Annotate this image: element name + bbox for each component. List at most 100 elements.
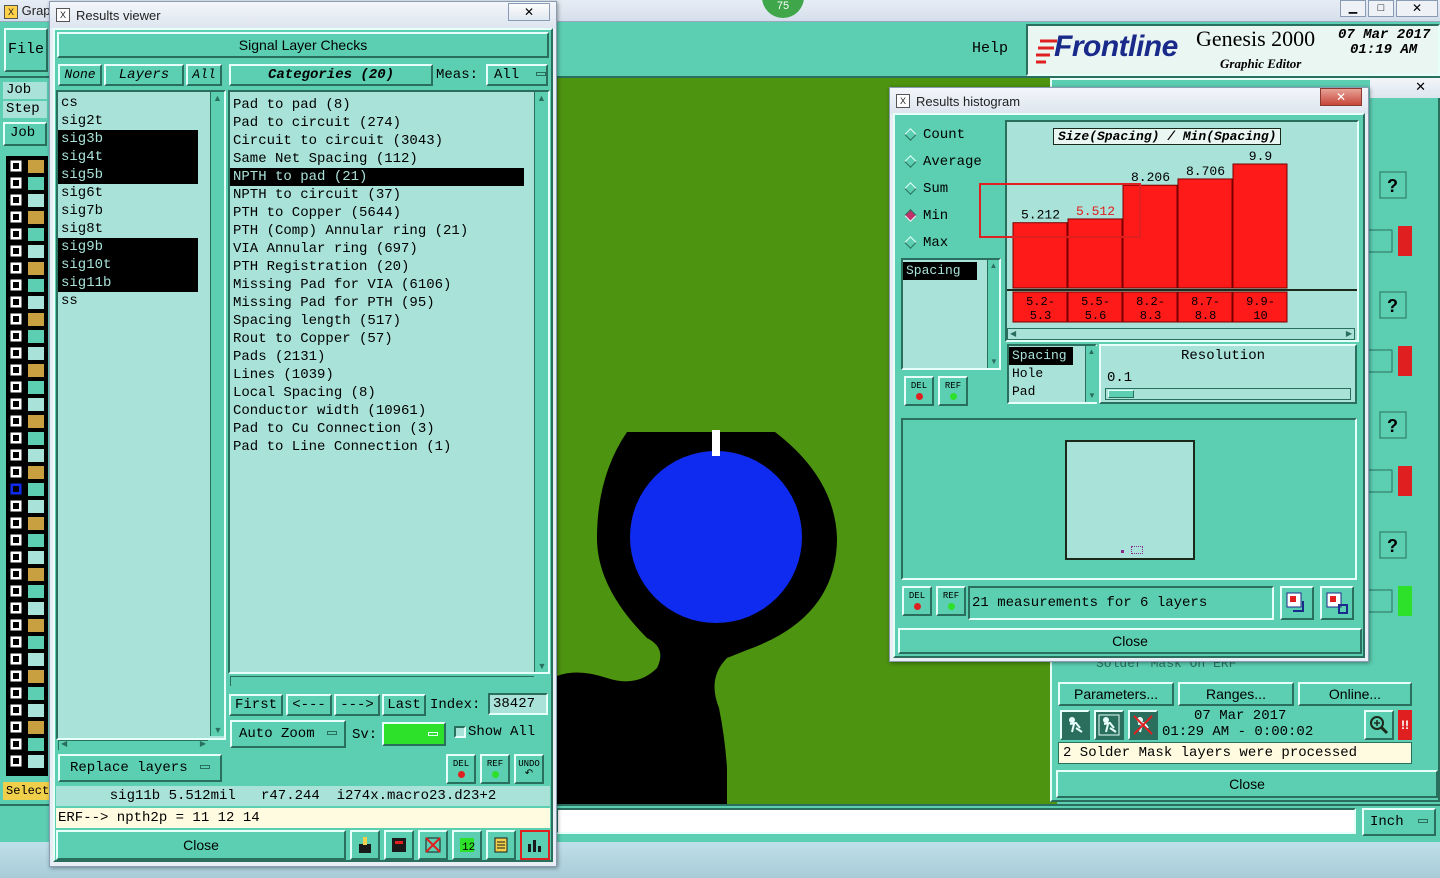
notes-icon[interactable] bbox=[486, 830, 516, 860]
numbered-list-icon[interactable]: 12 bbox=[452, 830, 482, 860]
category-item[interactable]: Lines (1039) bbox=[230, 366, 524, 384]
category-item[interactable]: Local Spacing (8) bbox=[230, 384, 524, 402]
layer-item[interactable]: sig9b bbox=[58, 238, 198, 256]
run-icon[interactable] bbox=[1060, 710, 1090, 740]
bottom-input[interactable] bbox=[556, 808, 1356, 834]
first-button[interactable]: First bbox=[229, 694, 283, 716]
tab-all[interactable]: All bbox=[186, 64, 222, 86]
layer-list[interactable]: cs sig2t sig3b sig4t sig5b sig6t sig7b sig8t sig… bbox=[56, 90, 226, 740]
hist-ref-button[interactable]: REF bbox=[938, 376, 968, 406]
layer-item[interactable]: sig2t bbox=[58, 112, 198, 130]
close-icon[interactable]: ✕ bbox=[508, 3, 550, 21]
category-item[interactable]: Pad to pad (8) bbox=[230, 96, 524, 114]
sv-color-dropdown[interactable] bbox=[382, 722, 446, 746]
prev-button[interactable]: <--- bbox=[286, 694, 332, 716]
run-checked-icon[interactable] bbox=[1094, 710, 1124, 740]
sidebar-job-button[interactable]: Job bbox=[3, 122, 47, 146]
category-item[interactable]: PTH Registration (20) bbox=[230, 258, 524, 276]
scroll-down-icon[interactable]: ▼ bbox=[211, 724, 225, 736]
meas-dropdown[interactable]: All bbox=[486, 64, 548, 86]
category-list[interactable]: Pad to pad (8) Pad to circuit (274) Circui… bbox=[228, 90, 550, 674]
sidebar-job[interactable]: Job bbox=[3, 82, 47, 99]
mode-radio[interactable]: Average bbox=[900, 148, 1002, 175]
report-icon[interactable] bbox=[384, 830, 414, 860]
category-list-scrollbar[interactable]: ▲ ▼ bbox=[534, 92, 548, 672]
layer-item[interactable]: sig3b bbox=[58, 130, 198, 148]
size-item[interactable]: Hole bbox=[1009, 365, 1073, 383]
run-stop-icon[interactable] bbox=[1128, 710, 1158, 740]
category-item[interactable]: Missing Pad for PTH (95) bbox=[230, 294, 524, 312]
zoom-icon[interactable] bbox=[1367, 589, 1393, 613]
layer-item[interactable]: sig7b bbox=[58, 202, 198, 220]
scroll-down-icon[interactable]: ▼ bbox=[1086, 390, 1098, 402]
size-item[interactable]: Pad bbox=[1009, 383, 1073, 401]
scroll-up-icon[interactable]: ▲ bbox=[211, 92, 224, 104]
del-button[interactable]: DEL bbox=[446, 754, 476, 784]
measure-list-scrollbar[interactable]: ▲ ▼ bbox=[987, 260, 999, 368]
chart-hscrollbar[interactable]: ◀ ▶ bbox=[1007, 328, 1355, 340]
os-window-buttons[interactable]: ▁ □ ✕ bbox=[1340, 0, 1440, 18]
category-item[interactable]: VIA Annular ring (697) bbox=[230, 240, 524, 258]
category-item[interactable]: Pad to Line Connection (1) bbox=[230, 438, 524, 456]
scroll-down-icon[interactable]: ▼ bbox=[535, 660, 549, 672]
mode-radio[interactable]: Count bbox=[900, 121, 1002, 148]
category-item[interactable]: Rout to Copper (57) bbox=[230, 330, 524, 348]
layer-item[interactable]: sig4t bbox=[58, 148, 198, 166]
layer-item[interactable]: cs bbox=[58, 94, 198, 112]
measure-item[interactable]: Spacing bbox=[903, 262, 977, 280]
zoom-icon[interactable] bbox=[1367, 349, 1393, 373]
layer-item[interactable]: sig8t bbox=[58, 220, 198, 238]
tab-none[interactable]: None bbox=[58, 64, 102, 86]
layer-list-hscrollbar[interactable]: ◀ ▶ bbox=[58, 739, 208, 750]
category-item[interactable]: Spacing length (517) bbox=[230, 312, 524, 330]
sidebar-step[interactable]: Step bbox=[3, 101, 47, 118]
menu-file[interactable]: File bbox=[4, 28, 48, 72]
location-icon[interactable] bbox=[350, 830, 380, 860]
category-item[interactable]: Pads (2131) bbox=[230, 348, 524, 366]
size-item[interactable]: Spacing bbox=[1009, 347, 1073, 365]
select-label[interactable]: Select bbox=[3, 782, 51, 800]
delete-results-icon[interactable] bbox=[418, 830, 448, 860]
last-button[interactable]: Last bbox=[382, 694, 426, 716]
run-icons[interactable] bbox=[1060, 710, 1164, 740]
replace-layers-dropdown[interactable]: Replace layers bbox=[58, 754, 222, 782]
measure-list[interactable]: Spacing bbox=[901, 258, 1001, 370]
close-icon[interactable]: ✕ bbox=[1396, 0, 1438, 17]
size-list-scrollbar[interactable]: ▲ ▼ bbox=[1085, 346, 1097, 402]
scroll-up-icon[interactable]: ▲ bbox=[988, 260, 999, 272]
ranges-button[interactable]: Ranges... bbox=[1178, 682, 1294, 706]
ref-button[interactable]: REF bbox=[480, 754, 510, 784]
resolution-slider[interactable] bbox=[1105, 388, 1351, 400]
results-close-button[interactable]: Close bbox=[56, 830, 346, 860]
scroll-left-icon[interactable]: ◀ bbox=[1010, 329, 1016, 338]
parameters-button[interactable]: Parameters... bbox=[1058, 682, 1174, 706]
category-item[interactable]: NPTH to circuit (37) bbox=[230, 186, 524, 204]
layer-item[interactable]: sig11b bbox=[58, 274, 198, 292]
scroll-up-icon[interactable]: ▲ bbox=[1086, 346, 1097, 358]
layer-list-scrollbar[interactable]: ▲ ▼ bbox=[210, 92, 224, 736]
unit-selector[interactable]: Inch bbox=[1362, 808, 1436, 836]
import-icon[interactable] bbox=[1320, 586, 1354, 620]
undo-button[interactable]: UNDO ↶ bbox=[514, 754, 544, 784]
index-field[interactable]: 38427 bbox=[488, 693, 548, 715]
online-button[interactable]: Online... bbox=[1298, 682, 1412, 706]
next-button[interactable]: ---> bbox=[334, 694, 380, 716]
hist-del-button[interactable]: DEL bbox=[904, 376, 934, 406]
category-item[interactable]: PTH to Copper (5644) bbox=[230, 204, 524, 222]
size-list[interactable]: Spacing Hole Pad bbox=[1007, 344, 1097, 404]
scroll-up-icon[interactable]: ▲ bbox=[535, 92, 548, 104]
auto-zoom-dropdown[interactable]: Auto Zoom bbox=[230, 720, 346, 748]
scroll-left-icon[interactable]: ◀ bbox=[61, 739, 67, 748]
layer-item[interactable]: ss bbox=[58, 292, 198, 310]
scroll-down-icon[interactable]: ▼ bbox=[988, 356, 1000, 368]
hist-footer-del-button[interactable]: DEL bbox=[902, 586, 932, 616]
menu-help[interactable]: Help bbox=[972, 40, 1008, 57]
histogram-close-button[interactable]: Close bbox=[898, 628, 1362, 654]
zoom-icon[interactable] bbox=[1364, 710, 1394, 740]
zoom-icon[interactable] bbox=[1367, 469, 1393, 493]
maximize-icon[interactable]: □ bbox=[1368, 0, 1394, 17]
layer-item[interactable]: sig10t bbox=[58, 256, 198, 274]
category-item[interactable]: Circuit to circuit (3043) bbox=[230, 132, 524, 150]
histogram-bar[interactable] bbox=[1232, 163, 1288, 289]
tab-layers[interactable]: Layers bbox=[104, 64, 184, 86]
